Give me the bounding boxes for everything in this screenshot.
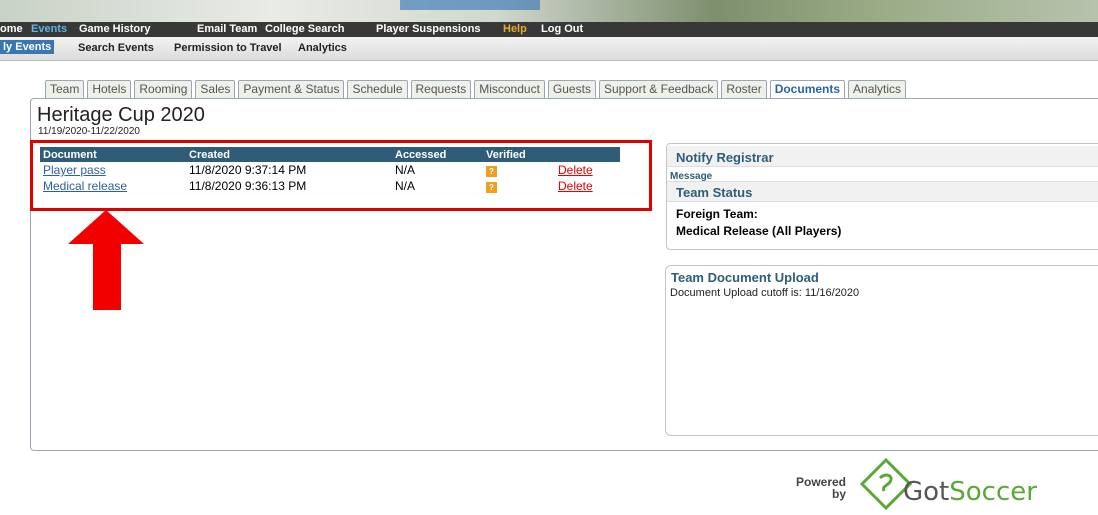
status-foreign-team: Foreign Team:: [676, 207, 758, 221]
team-status-title: Team Status: [676, 185, 753, 200]
tab-requests[interactable]: Requests: [410, 80, 472, 98]
logo-got: Got: [903, 477, 950, 507]
nav-my-events[interactable]: ly Events: [0, 40, 55, 54]
tab-analytics[interactable]: Analytics: [848, 80, 907, 98]
banner-decoration: [400, 0, 540, 10]
tab-roster[interactable]: Roster: [721, 80, 767, 98]
highlight-box: [30, 140, 652, 211]
nav-home[interactable]: ome: [0, 22, 23, 37]
event-dates: 11/19/2020-11/22/2020: [38, 126, 140, 137]
tab-sales[interactable]: Sales: [195, 80, 236, 98]
nav-game-history[interactable]: Game History: [79, 22, 151, 37]
powered-by: Powered by: [796, 476, 846, 500]
tab-hotels[interactable]: Hotels: [87, 80, 132, 98]
nav-college-search[interactable]: College Search: [265, 22, 344, 37]
tab-team[interactable]: Team: [45, 80, 85, 98]
status-medical-release: Medical Release (All Players): [676, 224, 842, 238]
arrow-up-icon: [68, 210, 144, 244]
upload-cutoff: Document Upload cutoff is: 11/16/2020: [670, 287, 860, 299]
tab-rooming[interactable]: Rooming: [134, 80, 193, 98]
nav-player-suspensions[interactable]: Player Suspensions: [376, 22, 481, 37]
nav-search-events[interactable]: Search Events: [78, 42, 154, 54]
logo-soccer: Soccer: [949, 477, 1037, 507]
arrow-shaft: [93, 243, 121, 310]
nav-events[interactable]: Events: [31, 22, 67, 37]
tab-schedule[interactable]: Schedule: [347, 80, 408, 98]
gotsoccer-logo: GotSoccer: [903, 477, 1037, 507]
tab-misconduct[interactable]: Misconduct: [474, 80, 545, 98]
notify-header: Notify Registrar: [667, 146, 1098, 167]
nav-email-team[interactable]: Email Team: [197, 22, 257, 37]
nav-permission-to-travel[interactable]: Permission to Travel: [174, 42, 282, 54]
nav-log-out[interactable]: Log Out: [541, 22, 583, 37]
team-status-header: Team Status: [667, 181, 1098, 202]
tab-guests[interactable]: Guests: [547, 80, 596, 98]
nav-analytics[interactable]: Analytics: [298, 42, 347, 54]
by-label: by: [832, 487, 847, 501]
event-tabs: Team Hotels Rooming Sales Payment & Stat…: [45, 80, 907, 99]
header-banner: [0, 0, 1098, 22]
upload-title: Team Document Upload: [671, 270, 819, 285]
secondary-nav: ly Events Search Events Permission to Tr…: [0, 37, 1098, 61]
primary-nav: ome Events Game History Email Team Colle…: [0, 22, 1098, 37]
tab-support-feedback[interactable]: Support & Feedback: [598, 80, 719, 98]
notify-title: Notify Registrar: [676, 150, 774, 165]
tab-documents[interactable]: Documents: [769, 80, 846, 99]
nav-help[interactable]: Help: [503, 22, 527, 37]
tab-payment-status[interactable]: Payment & Status: [238, 80, 345, 98]
page-title: Heritage Cup 2020: [37, 104, 205, 126]
